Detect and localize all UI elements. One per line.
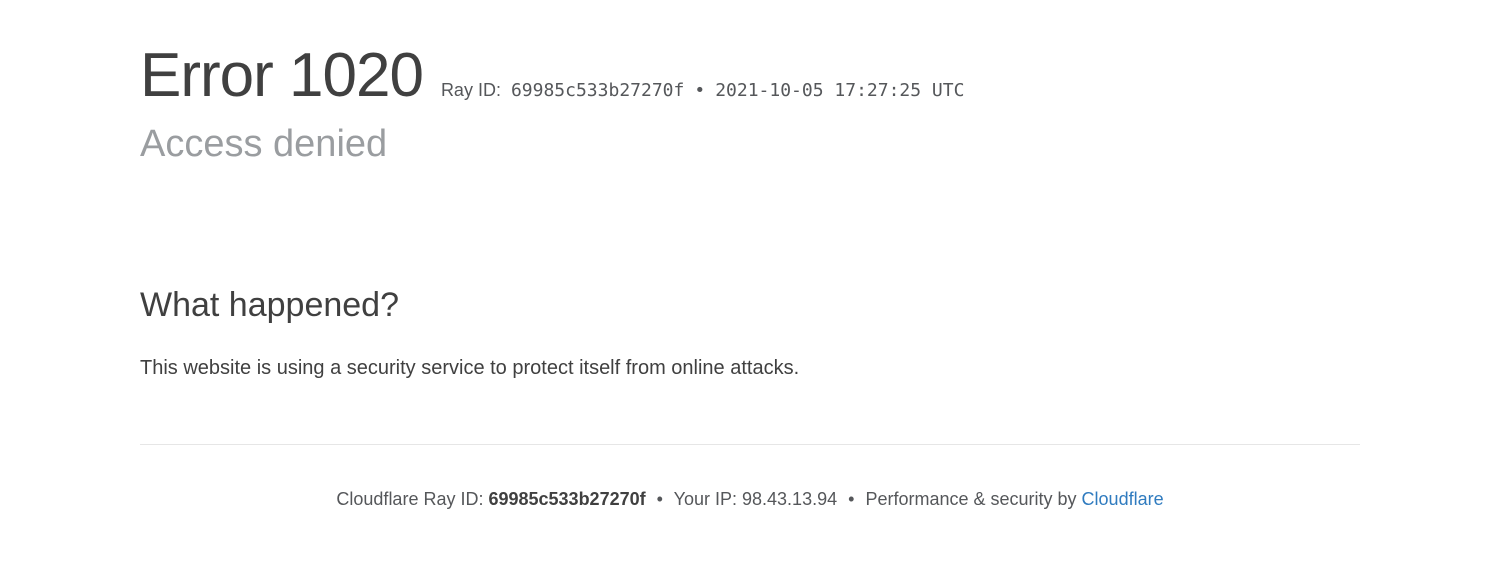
footer-ray-id: 69985c533b27270f (488, 489, 645, 509)
divider (140, 444, 1360, 445)
ray-meta: Ray ID: 69985c533b27270f • 2021-10-05 17… (441, 80, 965, 101)
ray-id-label: Ray ID: (441, 80, 501, 101)
footer-ip-value: 98.43.13.94 (742, 489, 837, 509)
error-header-row: Error 1020 Ray ID: 69985c533b27270f • 20… (140, 40, 1360, 111)
error-title: Error 1020 (140, 40, 423, 111)
cloudflare-link[interactable]: Cloudflare (1082, 489, 1164, 509)
page-container: Error 1020 Ray ID: 69985c533b27270f • 20… (0, 0, 1500, 510)
ray-id-value: 69985c533b27270f (511, 80, 684, 101)
footer: Cloudflare Ray ID: 69985c533b27270f • Yo… (140, 489, 1360, 510)
footer-separator: • (657, 489, 663, 509)
footer-perf-label: Performance & security by (865, 489, 1081, 509)
footer-ip-label: Your IP: (674, 489, 742, 509)
error-subtitle: Access denied (140, 123, 1360, 166)
what-happened-heading: What happened? (140, 286, 1360, 325)
footer-ray-label: Cloudflare Ray ID: (336, 489, 488, 509)
bullet-separator: • (694, 80, 705, 101)
error-description: This website is using a security service… (140, 353, 860, 384)
footer-separator: • (848, 489, 854, 509)
timestamp: 2021-10-05 17:27:25 UTC (715, 80, 964, 101)
